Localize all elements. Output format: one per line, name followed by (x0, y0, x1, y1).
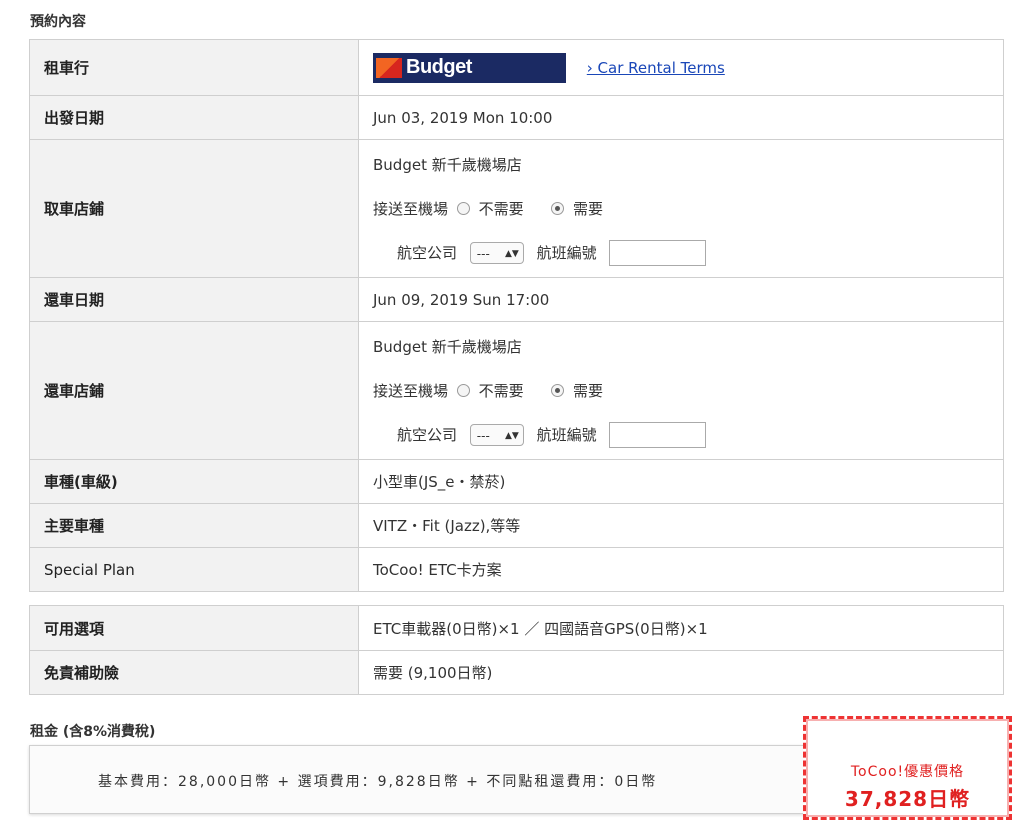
promo-price-value: 37,828日幣 (844, 787, 971, 811)
row-pickup-store: 取車店鋪 Budget 新千歲機場店 接送至機場 不需要 需要 航空公司 ---… (29, 139, 1004, 278)
row-departure-date: 出發日期 Jun 03, 2019 Mon 10:00 (29, 95, 1004, 140)
pickup-shuttle-yes-radio[interactable] (551, 201, 565, 215)
row-return-store: 還車店鋪 Budget 新千歲機場店 接送至機場 不需要 需要 航空公司 ---… (29, 321, 1004, 460)
rental-company-value: Budget › Car Rental Terms (358, 39, 1004, 96)
return-shuttle-no-label: 不需要 (478, 381, 524, 400)
budget-logo-text: Budget (406, 55, 472, 78)
pickup-flight-label: 航班編號 (536, 243, 597, 262)
available-options-label: 可用選項 (29, 605, 359, 651)
rental-company-label: 租車行 (29, 39, 359, 96)
budget-logo: Budget (373, 52, 566, 83)
pickup-store-value: Budget 新千歲機場店 接送至機場 不需要 需要 航空公司 --- ▲▼ 航班… (358, 139, 1004, 278)
pickup-flight-row: 航空公司 --- ▲▼ 航班編號 (373, 231, 989, 275)
pickup-flight-input[interactable] (609, 240, 707, 266)
return-airline-select[interactable]: --- ▲▼ (469, 424, 524, 446)
row-return-date: 還車日期 Jun 09, 2019 Sun 17:00 (29, 277, 1004, 322)
return-flight-input[interactable] (609, 422, 707, 448)
pickup-shuttle-label: 接送至機場 (373, 199, 449, 218)
row-car-class: 車種(車級) 小型車(JS_e・禁菸) (29, 459, 1004, 504)
pickup-shuttle-no-radio[interactable] (456, 201, 470, 215)
row-rental-company: 租車行 Budget › Car Rental Terms (29, 39, 1004, 96)
pickup-shuttle-no-label: 不需要 (478, 199, 524, 218)
departure-date-value: Jun 03, 2019 Mon 10:00 (358, 95, 1004, 140)
return-store-name: Budget 新千歲機場店 (373, 337, 522, 356)
return-shuttle-label: 接送至機場 (373, 381, 449, 400)
special-plan-value[interactable]: ToCoo! ETC卡方案 (358, 547, 1004, 592)
promo-price-box: ToCoo!優惠價格 37,828日幣 (803, 716, 1012, 820)
return-date-label: 還車日期 (29, 277, 359, 322)
row-available-options: 可用選項 ETC車載器(0日幣)×1 ／ 四國語音GPS(0日幣)×1 (29, 605, 1004, 651)
select-arrows-icon: ▲▼ (504, 431, 519, 441)
pickup-store-label: 取車店鋪 (29, 139, 359, 278)
return-airline-value: --- (476, 429, 490, 443)
pickup-airline-value: --- (476, 247, 490, 261)
insurance-label: 免責補助險 (29, 650, 359, 695)
insurance-value: 需要 (9,100日幣) (358, 650, 1004, 695)
return-date-value: Jun 09, 2019 Sun 17:00 (358, 277, 1004, 322)
return-flight-label: 航班編號 (536, 425, 597, 444)
main-models-label: 主要車種 (29, 503, 359, 548)
pickup-airline-select[interactable]: --- ▲▼ (469, 242, 524, 264)
pickup-shuttle-row: 接送至機場 不需要 需要 (373, 187, 989, 231)
return-shuttle-yes-radio[interactable] (551, 383, 565, 397)
return-shuttle-row: 接送至機場 不需要 需要 (373, 369, 989, 413)
main-models-value: VITZ・Fit (Jazz),等等 (358, 503, 1004, 548)
promo-price-label: ToCoo!優惠價格 (850, 764, 965, 780)
available-options-value: ETC車載器(0日幣)×1 ／ 四國語音GPS(0日幣)×1 (358, 605, 1004, 651)
section-title-reservation: 預約內容 (30, 14, 86, 30)
options-table: 可用選項 ETC車載器(0日幣)×1 ／ 四國語音GPS(0日幣)×1 免責補助… (29, 605, 1004, 695)
car-class-label: 車種(車級) (29, 459, 359, 504)
return-shuttle-no-radio[interactable] (456, 383, 470, 397)
pickup-shuttle-yes-label: 需要 (572, 199, 603, 218)
pickup-store-name: Budget 新千歲機場店 (373, 155, 522, 174)
select-arrows-icon: ▲▼ (504, 249, 519, 259)
row-special-plan: Special Plan ToCoo! ETC卡方案 (29, 547, 1004, 592)
row-insurance: 免責補助險 需要 (9,100日幣) (29, 650, 1004, 695)
pickup-airline-label: 航空公司 (397, 243, 458, 262)
departure-date-label: 出發日期 (29, 95, 359, 140)
return-shuttle-yes-label: 需要 (572, 381, 603, 400)
section-title-price: 租金 (含8%消費稅) (30, 724, 156, 740)
special-plan-label: Special Plan (29, 547, 359, 592)
reservation-table: 租車行 Budget › Car Rental Terms 出發日期 Jun 0… (29, 39, 1004, 592)
return-airline-label: 航空公司 (397, 425, 458, 444)
price-breakdown-text: 基本費用：28,000日幣 + 選項費用：9,828日幣 + 不同點租還費用：0… (98, 774, 658, 790)
return-store-label: 還車店鋪 (29, 321, 359, 460)
car-class-value: 小型車(JS_e・禁菸) (358, 459, 1004, 504)
row-main-models: 主要車種 VITZ・Fit (Jazz),等等 (29, 503, 1004, 548)
budget-flag-icon (376, 57, 402, 78)
car-rental-terms-link[interactable]: › Car Rental Terms (587, 59, 725, 77)
return-flight-row: 航空公司 --- ▲▼ 航班編號 (373, 413, 989, 457)
return-store-value: Budget 新千歲機場店 接送至機場 不需要 需要 航空公司 --- ▲▼ 航班… (358, 321, 1004, 460)
